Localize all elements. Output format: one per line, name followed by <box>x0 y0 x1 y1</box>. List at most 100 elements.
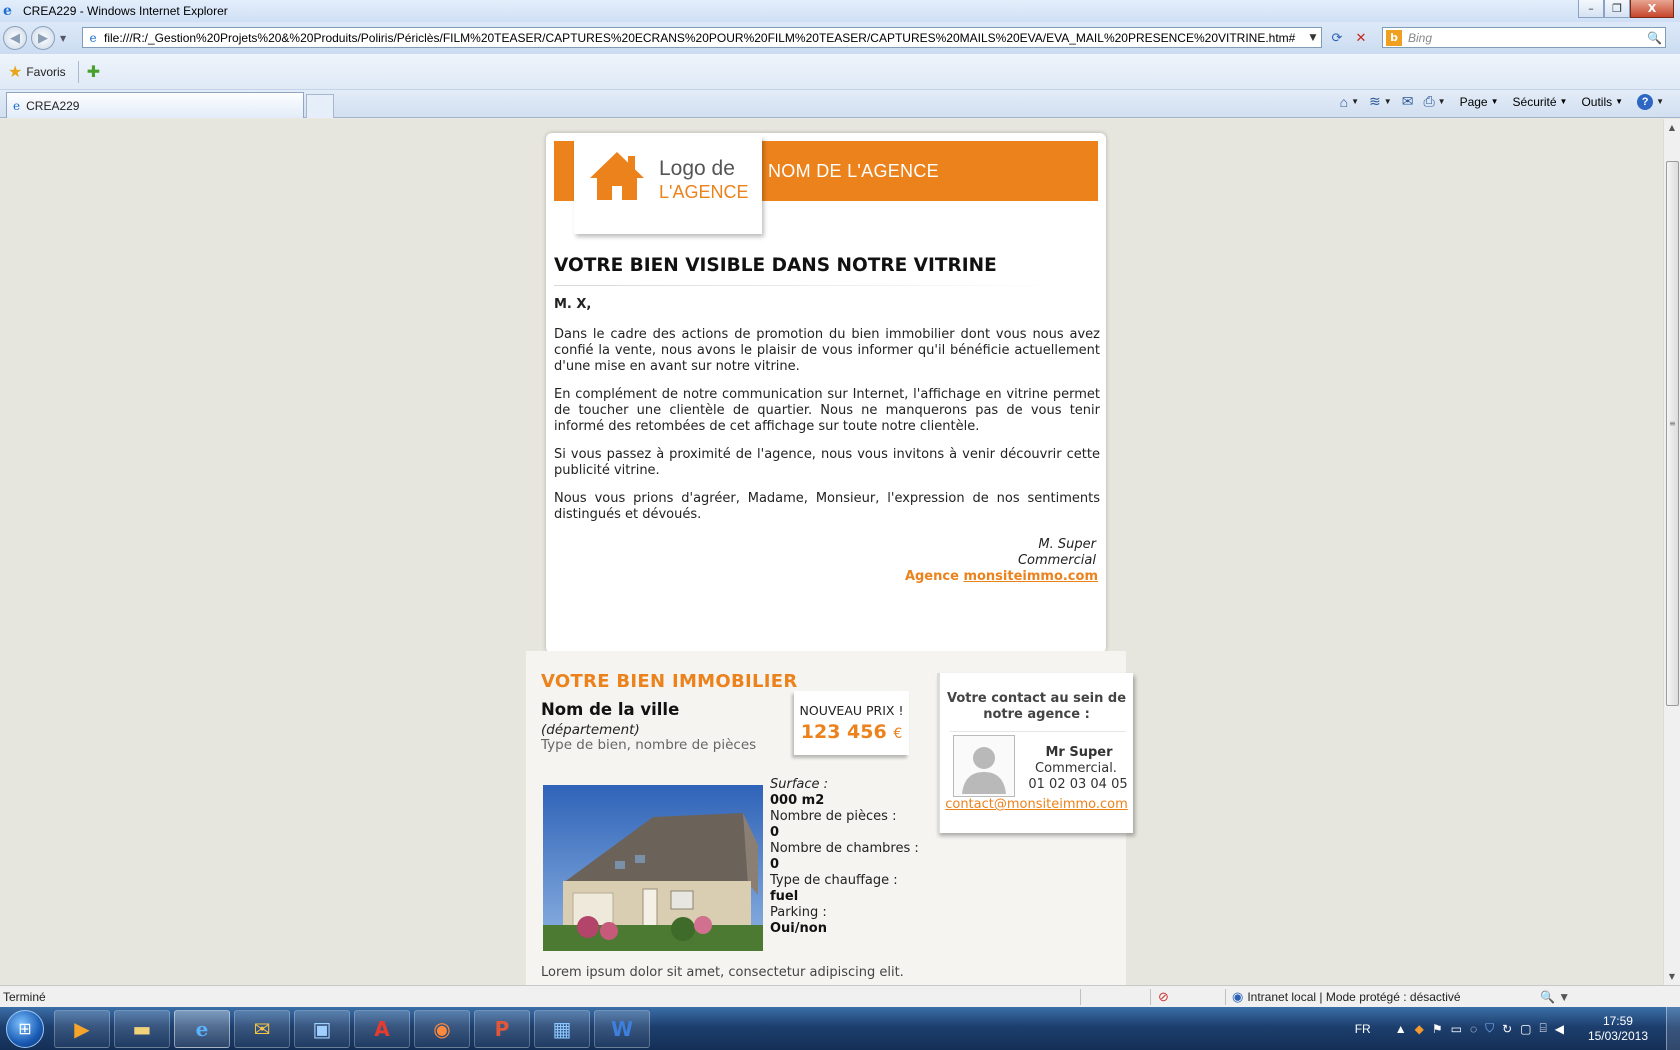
address-dropdown-icon[interactable]: ▼ <box>1305 33 1321 43</box>
search-box[interactable]: b Bing 🔍 <box>1382 27 1666 48</box>
popup-blocker-icon[interactable]: ⊘ <box>1158 989 1169 1005</box>
ie-icon: e <box>3 3 12 19</box>
person-silhouette-icon <box>962 747 1006 794</box>
restore-button[interactable]: ❐ <box>1604 0 1630 18</box>
spec-value-rooms: 0 <box>770 825 780 840</box>
search-input[interactable]: Bing <box>1408 31 1647 45</box>
back-arrow-icon: ◀ <box>10 30 20 46</box>
back-button[interactable]: ◀ <box>3 26 27 50</box>
vertical-scrollbar[interactable]: ▲ ≡ ▼ <box>1663 119 1680 985</box>
clock-date: 15/03/2013 <box>1587 1028 1648 1043</box>
photo-viewer-icon[interactable]: ▦ <box>534 1009 590 1048</box>
forward-arrow-icon: ▶ <box>38 30 48 46</box>
tray-network-icon[interactable]: ⌸ <box>1540 1021 1547 1036</box>
help-icon[interactable]: ? <box>1637 93 1654 110</box>
start-button[interactable]: ⊞ <box>0 1007 50 1050</box>
tab-crea229[interactable]: e CREA229 <box>6 92 304 118</box>
page-viewport: Logo de L'AGENCE NOM DE L'AGENCE VOTRE B… <box>0 119 1663 985</box>
add-favorites-icon[interactable]: ✚ <box>87 62 100 81</box>
scroll-down-icon[interactable]: ▼ <box>1664 968 1680 985</box>
acrobat-icon[interactable]: A <box>354 1009 410 1048</box>
tray-monitor-icon[interactable]: ▢ <box>1520 1022 1531 1036</box>
property-department: (département) <box>541 722 640 738</box>
language-indicator[interactable]: FR <box>1355 1022 1371 1036</box>
tray-shield-icon[interactable]: ⛉ <box>1485 1021 1494 1036</box>
email-card: Logo de L'AGENCE NOM DE L'AGENCE VOTRE B… <box>546 133 1106 653</box>
tray-flag-icon[interactable]: ⚑ <box>1432 1022 1443 1036</box>
help-dropdown-icon[interactable]: ▼ <box>1656 97 1664 106</box>
house-icon <box>590 152 644 200</box>
refresh-button[interactable]: ⟳ <box>1326 28 1348 48</box>
system-tray: FR ▲ ◆ ⚑ ▭ ◌ ⛉ ↻ ▢ ⌸ ◀ 17:59 15/03/2013 <box>1355 1007 1680 1050</box>
window-controls: – ❐ X <box>1578 0 1674 18</box>
forward-button[interactable]: ▶ <box>31 26 55 50</box>
tools-menu[interactable]: Outils ▼ <box>1581 95 1623 109</box>
media-disc-icon[interactable]: ◉ <box>414 1009 470 1048</box>
property-panel: VOTRE BIEN IMMOBILIER Nom de la ville (d… <box>526 651 1133 985</box>
email-paragraph-2: En complément de notre communication sur… <box>554 387 1100 434</box>
internet-explorer-icon[interactable]: e <box>174 1009 230 1048</box>
home-dropdown-icon[interactable]: ▼ <box>1351 97 1359 106</box>
spec-label-surface: Surface : <box>770 777 829 792</box>
file-explorer-icon[interactable]: ▬ <box>114 1009 170 1048</box>
tab-page-icon: e <box>13 98 21 113</box>
feeds-dropdown-icon[interactable]: ▼ <box>1384 97 1392 106</box>
recent-pages-dropdown[interactable]: ▼ <box>60 34 66 43</box>
remote-desktop-icon[interactable]: ▣ <box>294 1009 350 1048</box>
security-zone[interactable]: ◉ Intranet local | Mode protégé : désact… <box>1232 989 1461 1005</box>
tray-network-drive-icon[interactable]: ▭ <box>1451 1022 1462 1036</box>
tray-app-icon[interactable]: ◆ <box>1415 1022 1424 1036</box>
close-button[interactable]: X <box>1630 0 1674 18</box>
clock-time: 17:59 <box>1602 1013 1633 1028</box>
print-icon[interactable]: ⎙ <box>1423 93 1434 110</box>
property-section-title: VOTRE BIEN IMMOBILIER <box>541 671 798 692</box>
outlook-icon[interactable]: ✉ <box>234 1009 290 1048</box>
taskbar: ⊞ ▶ ▬ e ✉ ▣ A ◉ P ▦ W FR ▲ ◆ ⚑ ▭ ◌ ⛉ ↻ ▢… <box>0 1007 1680 1050</box>
show-desktop-button[interactable] <box>1666 1007 1680 1050</box>
status-text: Terminé <box>3 989 46 1004</box>
agency-website-link[interactable]: monsiteimmo.com <box>963 569 1098 584</box>
spec-label-bedrooms: Nombre de chambres : <box>770 841 919 856</box>
signature-name: M. Super <box>1038 537 1096 552</box>
mail-icon[interactable]: ✉ <box>1402 93 1414 110</box>
word-icon[interactable]: W <box>594 1009 650 1048</box>
scrollbar-thumb[interactable] <box>1666 161 1679 706</box>
security-menu[interactable]: Sécurité ▼ <box>1513 95 1568 109</box>
address-bar[interactable]: e file:///R:/_Gestion%20Projets%20&%20Pr… <box>82 27 1322 48</box>
window-titlebar: e CREA229 - Windows Internet Explorer – … <box>0 0 1680 22</box>
price-box: NOUVEAU PRIX ! 123 456 € <box>794 691 909 755</box>
tray-expand-icon[interactable]: ▲ <box>1395 1022 1407 1036</box>
window-title: CREA229 - Windows Internet Explorer <box>23 4 228 18</box>
scroll-up-icon[interactable]: ▲ <box>1664 119 1680 136</box>
tab-row: e CREA229 ⌂ ▼ ≋ ▼ ✉ ⎙ ▼ Page ▼ Sécurité ▼ Out… <box>0 90 1680 118</box>
email-paragraph-1: Dans le cadre des actions de promotion d… <box>554 327 1100 374</box>
logo-text-line2: L'AGENCE <box>659 182 749 202</box>
tray-chat-icon[interactable]: ◌ <box>1470 1022 1477 1036</box>
powerpoint-icon[interactable]: P <box>474 1009 530 1048</box>
page-menu[interactable]: Page ▼ <box>1460 95 1499 109</box>
zoom-icon[interactable]: 🔍 ▼ <box>1540 990 1570 1004</box>
property-city: Nom de la ville <box>541 700 680 719</box>
search-icon[interactable]: 🔍 <box>1647 31 1665 45</box>
media-player-icon[interactable]: ▶ <box>54 1009 110 1048</box>
print-dropdown-icon[interactable]: ▼ <box>1438 97 1446 106</box>
new-tab-button[interactable] <box>306 94 334 118</box>
agency-logo: Logo de L'AGENCE <box>574 136 762 234</box>
email-paragraph-3: Si vous passez à proximité de l'agence, … <box>554 447 1100 478</box>
stop-icon: ✕ <box>1355 30 1367 46</box>
system-clock[interactable]: 17:59 15/03/2013 <box>1588 1014 1648 1044</box>
address-url[interactable]: file:///R:/_Gestion%20Projets%20&%20Prod… <box>104 31 1305 45</box>
feeds-icon[interactable]: ≋ <box>1369 93 1381 110</box>
status-divider <box>1225 989 1226 1005</box>
refresh-icon: ⟳ <box>1331 30 1343 46</box>
home-icon[interactable]: ⌂ <box>1340 94 1348 110</box>
favorites-button[interactable]: ★ Favoris <box>8 62 66 82</box>
page-menu-label: Page <box>1459 94 1488 109</box>
tray-sync-icon[interactable]: ↻ <box>1502 1022 1512 1036</box>
email-title: VOTRE BIEN VISIBLE DANS NOTRE VITRINE <box>554 255 997 276</box>
signature-agency-prefix: Agence <box>904 569 959 584</box>
tray-volume-icon[interactable]: ◀ <box>1555 1022 1564 1036</box>
minimize-button[interactable]: – <box>1578 0 1604 18</box>
stop-button[interactable]: ✕ <box>1350 28 1372 48</box>
contact-email-link[interactable]: contact@monsiteimmo.com <box>940 797 1133 812</box>
